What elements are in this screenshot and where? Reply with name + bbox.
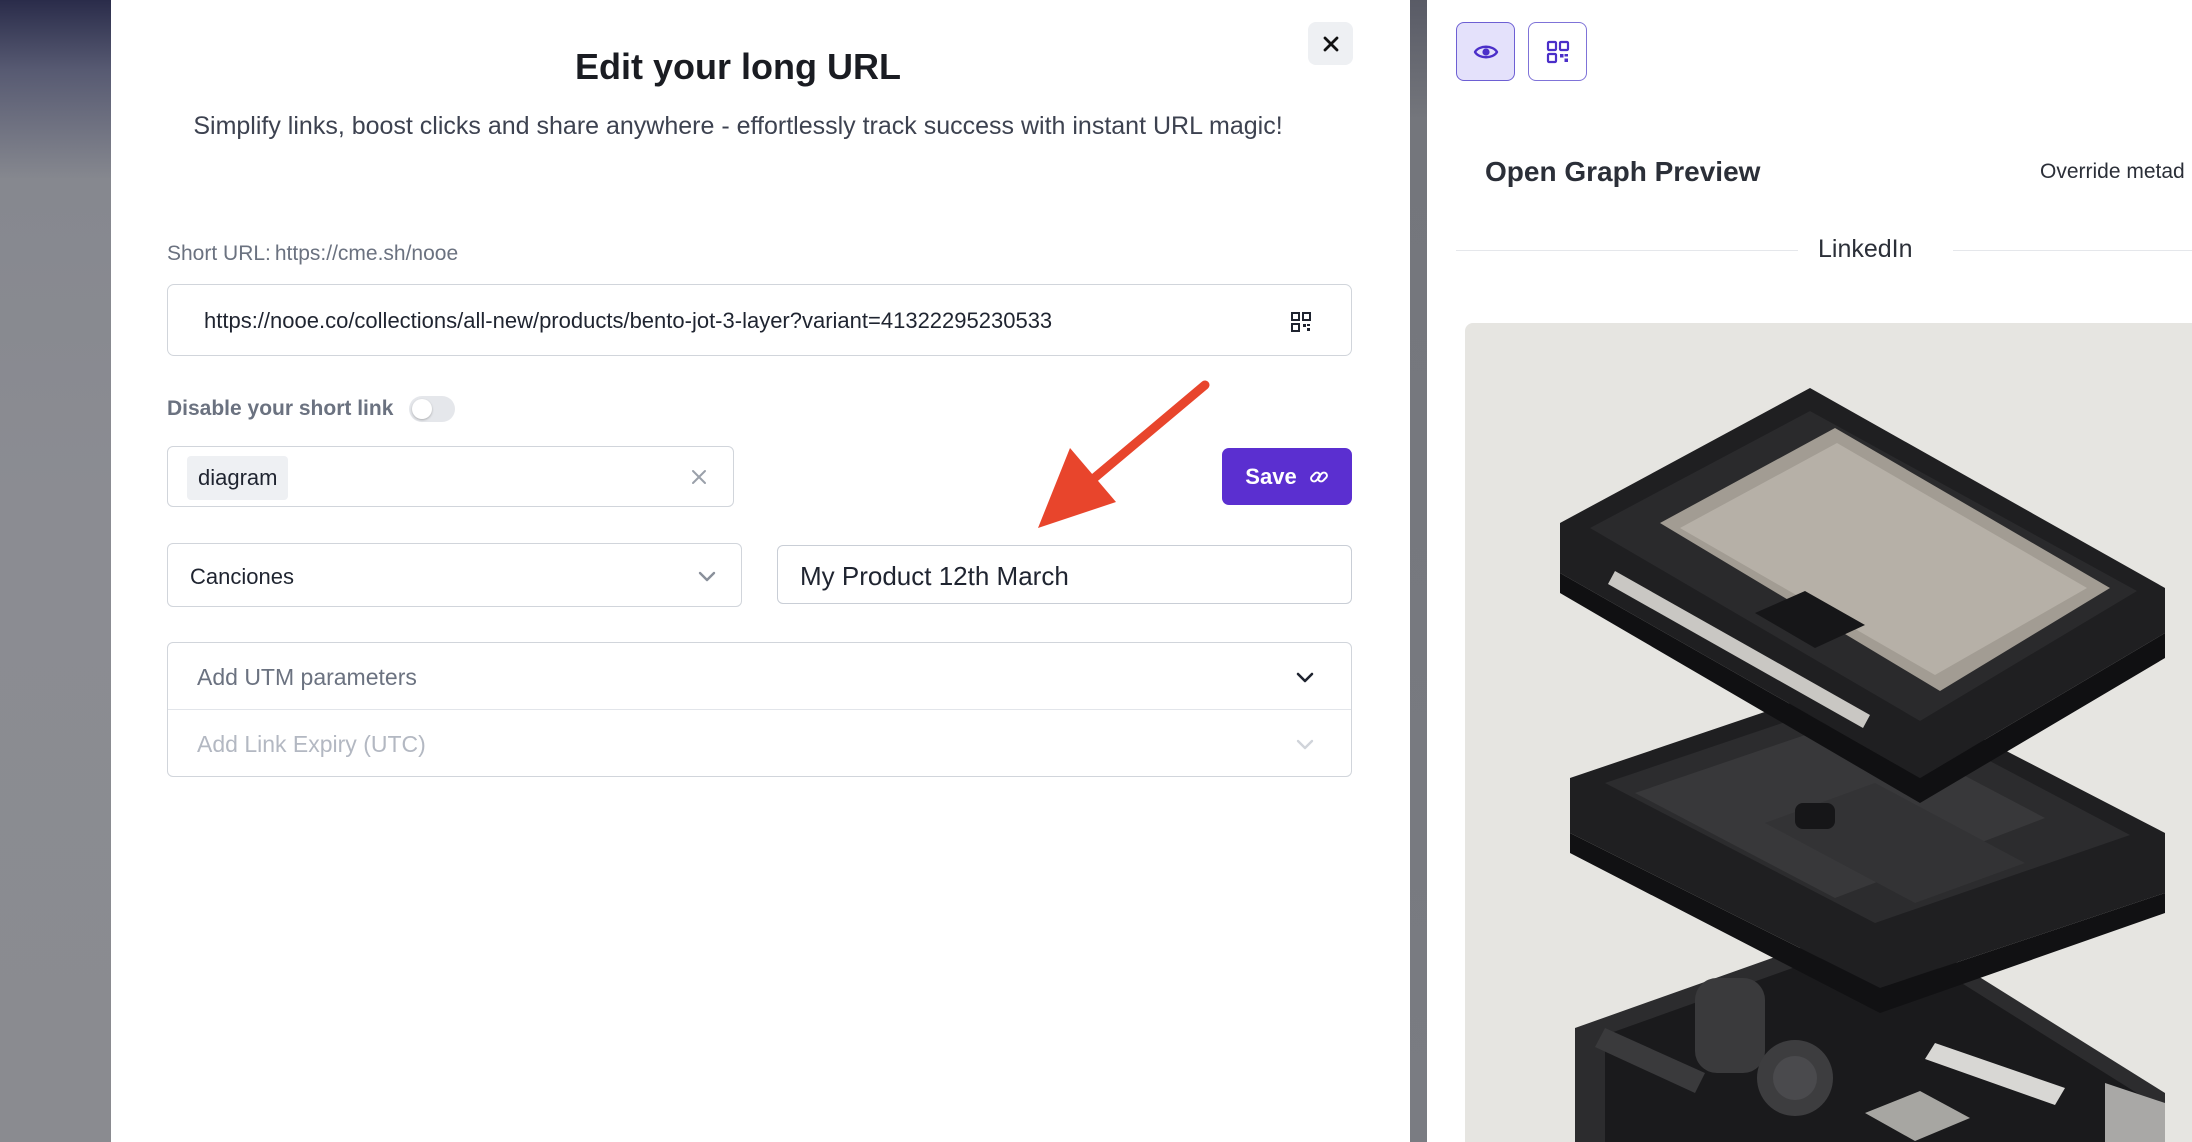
disable-link-toggle[interactable] bbox=[409, 396, 456, 422]
save-button[interactable]: Save bbox=[1222, 448, 1352, 505]
options-accordion: Add UTM parameters Add Link Expiry (UTC) bbox=[167, 642, 1352, 777]
utm-parameters-toggle[interactable]: Add UTM parameters bbox=[168, 643, 1351, 710]
link-title-value: My Product 12th March bbox=[800, 561, 1069, 591]
link-title-input[interactable]: My Product 12th March bbox=[777, 545, 1352, 604]
link-expiry-toggle[interactable]: Add Link Expiry (UTC) bbox=[168, 710, 1351, 776]
short-url-label: Short URL: https://cme.sh/nooe bbox=[167, 242, 458, 266]
og-preview-title: Open Graph Preview bbox=[1485, 156, 1761, 187]
edit-url-modal: Edit your long URL Simplify links, boost… bbox=[111, 0, 1410, 1142]
chevron-down-icon bbox=[1296, 739, 1314, 750]
qr-code-button[interactable] bbox=[1528, 22, 1587, 81]
qr-code-icon bbox=[1546, 40, 1569, 63]
og-preview-image bbox=[1465, 323, 2192, 1142]
folder-select[interactable]: Canciones bbox=[167, 543, 742, 607]
disable-link-row: Disable your short link bbox=[167, 396, 456, 422]
modal-subtitle: Simplify links, boost clicks and share a… bbox=[193, 112, 1283, 140]
eye-icon bbox=[1473, 45, 1498, 58]
disable-link-label: Disable your short link bbox=[167, 397, 394, 420]
short-url-value: https://cme.sh/nooe bbox=[274, 242, 459, 265]
preview-toggle-button[interactable] bbox=[1456, 22, 1515, 81]
backdrop bbox=[0, 0, 111, 1142]
long-url-input[interactable]: https://nooe.co/collections/all-new/prod… bbox=[167, 284, 1352, 356]
preview-panel: Open Graph Preview Override metad Linked… bbox=[1427, 0, 2192, 1142]
chevron-down-icon bbox=[1296, 672, 1314, 683]
modal-title: Edit your long URL bbox=[575, 46, 901, 87]
chevron-down-icon bbox=[698, 571, 716, 582]
short-url-prefix: Short URL: bbox=[167, 242, 271, 265]
backdrop-gap bbox=[1410, 0, 1427, 1142]
link-expiry-label: Add Link Expiry (UTC) bbox=[197, 731, 426, 757]
utm-parameters-label: Add UTM parameters bbox=[197, 664, 417, 690]
product-illustration bbox=[1560, 388, 2165, 1142]
qr-code-icon[interactable] bbox=[1291, 312, 1311, 332]
toggle-knob bbox=[412, 399, 433, 419]
platform-divider: LinkedIn bbox=[1456, 232, 2192, 268]
override-metadata-link[interactable]: Override metad bbox=[2040, 160, 2185, 184]
divider-line bbox=[1953, 250, 2192, 251]
clear-x-icon[interactable] bbox=[689, 467, 709, 487]
long-url-value: https://nooe.co/collections/all-new/prod… bbox=[204, 308, 1053, 333]
folder-select-value: Canciones bbox=[190, 564, 294, 589]
divider-line bbox=[1456, 250, 1798, 251]
tag-chip[interactable]: diagram bbox=[187, 456, 289, 500]
top-tray bbox=[1560, 388, 2165, 803]
platform-label: LinkedIn bbox=[1818, 235, 1913, 263]
save-label: Save bbox=[1245, 463, 1297, 489]
tag-input[interactable]: diagram bbox=[167, 446, 734, 507]
link-icon bbox=[1309, 471, 1328, 482]
